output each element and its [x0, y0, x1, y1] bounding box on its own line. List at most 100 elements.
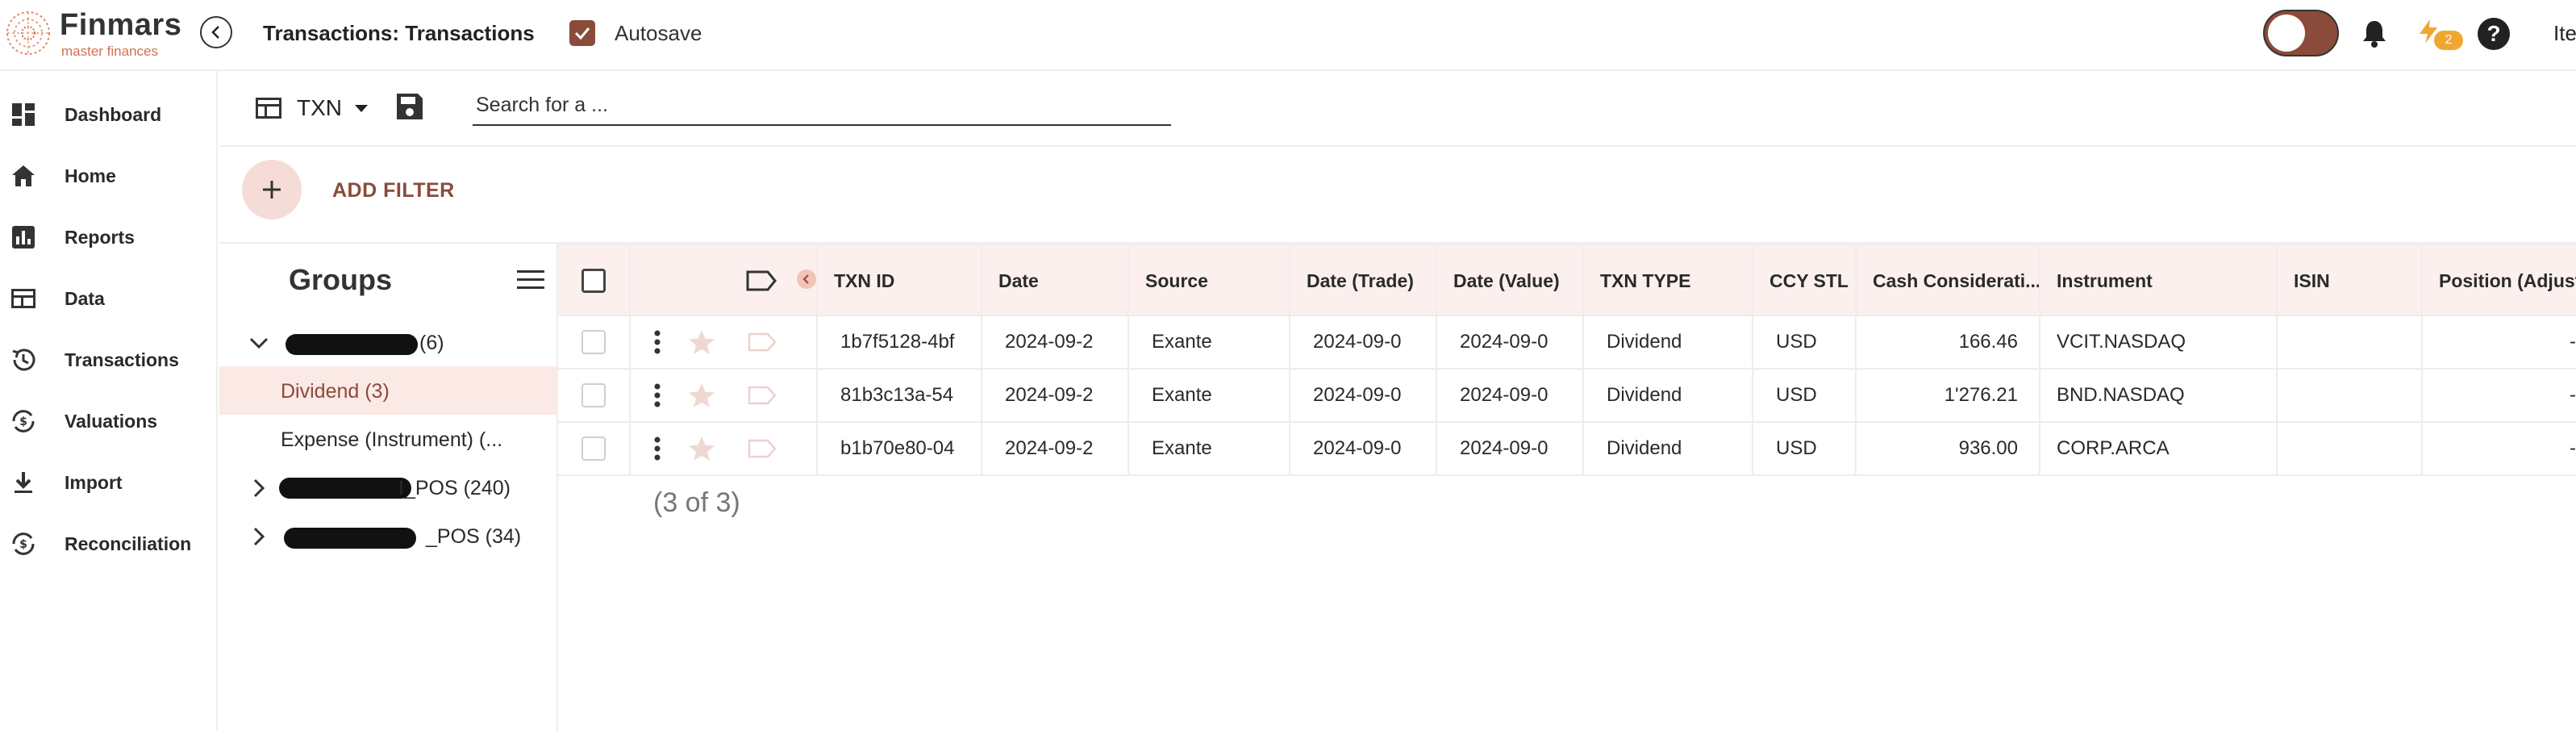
- sidebar-item-dashboard[interactable]: Dashboard: [0, 90, 218, 139]
- sidebar-item-label: Dashboard: [65, 103, 162, 125]
- column-header-txn-type[interactable]: TXN TYPE: [1584, 245, 1753, 316]
- cell-isin: [2278, 316, 2423, 368]
- row-select-cell: [558, 370, 631, 421]
- user-name[interactable]: Ite: [2553, 21, 2576, 46]
- column-header-source[interactable]: Source: [1129, 245, 1290, 316]
- save-layout-icon[interactable]: [394, 90, 426, 123]
- theme-toggle[interactable]: [2263, 10, 2339, 56]
- layout-grid-icon: [256, 98, 281, 119]
- star-icon[interactable]: [687, 328, 716, 356]
- column-header-position[interactable]: Position (Adjuste: [2423, 245, 2576, 316]
- sidebar-item-home[interactable]: Home: [0, 152, 218, 200]
- cell-date: 2024-09-2: [982, 423, 1129, 474]
- more-vertical-icon[interactable]: [653, 330, 661, 354]
- more-vertical-icon[interactable]: [653, 383, 661, 407]
- row-checkbox[interactable]: [581, 330, 606, 354]
- sidebar-item-label: Reconciliation: [65, 533, 192, 554]
- notifications-bell-icon[interactable]: [2358, 18, 2391, 50]
- select-all-checkbox[interactable]: [581, 269, 606, 293]
- group-row[interactable]: I_POS (240): [219, 463, 558, 512]
- cell-ccy-stl: USD: [1753, 423, 1857, 474]
- more-vertical-icon[interactable]: [653, 437, 661, 461]
- column-header-ccy-stl[interactable]: CCY STL: [1753, 245, 1857, 316]
- autosave-toggle[interactable]: Autosave: [569, 18, 702, 48]
- sidebar-item-valuations[interactable]: $ Valuations: [0, 397, 218, 445]
- finmars-globe-icon: [6, 11, 50, 55]
- cell-date: 2024-09-2: [982, 316, 1129, 368]
- filter-bar: ADD FILTER: [219, 147, 2576, 244]
- chevron-right-icon[interactable]: [248, 478, 269, 499]
- menu-icon[interactable]: [516, 268, 545, 292]
- autosave-checkbox[interactable]: [569, 20, 595, 46]
- group-label: Expense (Instrument) (...: [281, 428, 503, 451]
- svg-text:$: $: [19, 538, 27, 551]
- chevron-right-icon[interactable]: [248, 526, 269, 547]
- column-header-isin[interactable]: ISIN: [2278, 245, 2423, 316]
- layout-select[interactable]: TXN: [255, 89, 369, 127]
- search-field[interactable]: [473, 86, 1171, 126]
- search-input[interactable]: [473, 86, 1171, 124]
- group-row-selected[interactable]: Dividend (3): [219, 366, 558, 415]
- chevron-down-icon[interactable]: [248, 332, 269, 353]
- layout-toolbar: TXN: [219, 71, 2576, 147]
- top-bar: Finmars master finances Transactions: Tr…: [0, 0, 2576, 71]
- cell-date-value: 2024-09-0: [1437, 370, 1584, 421]
- group-label: Dividend (3): [281, 380, 390, 403]
- cell-date-trade: 2024-09-0: [1290, 370, 1437, 421]
- reports-icon: [12, 226, 35, 249]
- star-icon[interactable]: [687, 382, 716, 409]
- cell-txn-type: Dividend: [1584, 370, 1753, 421]
- help-icon[interactable]: ?: [2478, 18, 2510, 50]
- sidebar-item-data[interactable]: Data: [0, 274, 218, 323]
- chevron-left-icon: [211, 26, 219, 39]
- sidebar-item-label: Import: [65, 471, 123, 493]
- row-actions-header: [631, 245, 818, 316]
- label-tag-icon[interactable]: [745, 269, 777, 292]
- sidebar-item-reports[interactable]: Reports: [0, 213, 218, 261]
- label-tag-icon[interactable]: [747, 438, 777, 459]
- group-row[interactable]: _POS (34): [219, 512, 558, 560]
- column-header-instrument[interactable]: Instrument: [2040, 245, 2278, 316]
- transactions-grid: TXN ID Date Source Date (Trade) Date (Va…: [558, 244, 2576, 731]
- column-header-date[interactable]: Date: [982, 245, 1129, 316]
- cell-txn-id: 81b3c13a-54: [818, 370, 982, 421]
- table-row[interactable]: 1b7f5128-4bf 2024-09-2 Exante 2024-09-0 …: [558, 316, 2576, 370]
- cell-cash-consideration: 166.46: [1857, 316, 2040, 368]
- sidebar-item-import[interactable]: Import: [0, 458, 218, 507]
- sidebar: Dashboard Home Reports Data Transactions…: [0, 71, 218, 731]
- group-row[interactable]: Expense (Instrument) (...: [219, 415, 558, 463]
- groups-panel: Groups (6) Dividend (3) Expense (Instrum…: [219, 244, 558, 731]
- cell-txn-type: Dividend: [1584, 316, 1753, 368]
- groups-title: Groups: [289, 263, 393, 296]
- column-header-cash-consideration[interactable]: Cash Considerati...: [1857, 245, 2040, 316]
- row-checkbox[interactable]: [581, 383, 606, 407]
- cell-position: -: [2570, 384, 2576, 406]
- column-header-date-value[interactable]: Date (Value): [1437, 245, 1584, 316]
- valuations-icon: $: [12, 410, 35, 432]
- star-icon[interactable]: [687, 435, 716, 462]
- group-label: I_POS (240): [398, 477, 511, 499]
- table-row[interactable]: b1b70e80-04 2024-09-2 Exante 2024-09-0 2…: [558, 423, 2576, 476]
- sidebar-item-reconciliation[interactable]: $ Reconciliation: [0, 520, 218, 568]
- cell-source: Exante: [1129, 423, 1290, 474]
- chevron-left-icon: [802, 274, 809, 284]
- add-filter-label[interactable]: ADD FILTER: [332, 179, 455, 203]
- page-title: Transactions: Transactions: [263, 21, 535, 45]
- sidebar-collapse-button[interactable]: [200, 16, 232, 48]
- table-row[interactable]: 81b3c13a-54 2024-09-2 Exante 2024-09-0 2…: [558, 370, 2576, 423]
- toggle-knob: [2268, 15, 2305, 52]
- collapse-columns-button[interactable]: [797, 269, 816, 289]
- label-tag-icon[interactable]: [747, 385, 777, 406]
- row-select-cell: [558, 423, 631, 474]
- alerts-indicator[interactable]: 2: [2415, 18, 2471, 50]
- finmars-logo[interactable]: Finmars master finances: [5, 6, 198, 63]
- select-all-cell: [558, 245, 631, 316]
- group-row[interactable]: (6): [219, 318, 558, 366]
- column-header-date-trade[interactable]: Date (Trade): [1290, 245, 1437, 316]
- sidebar-item-transactions[interactable]: Transactions: [0, 336, 218, 384]
- label-tag-icon[interactable]: [747, 332, 777, 353]
- add-filter-button[interactable]: [242, 160, 302, 219]
- redacted-group-name: [286, 334, 418, 355]
- column-header-txn-id[interactable]: TXN ID: [818, 245, 982, 316]
- row-checkbox[interactable]: [581, 437, 606, 461]
